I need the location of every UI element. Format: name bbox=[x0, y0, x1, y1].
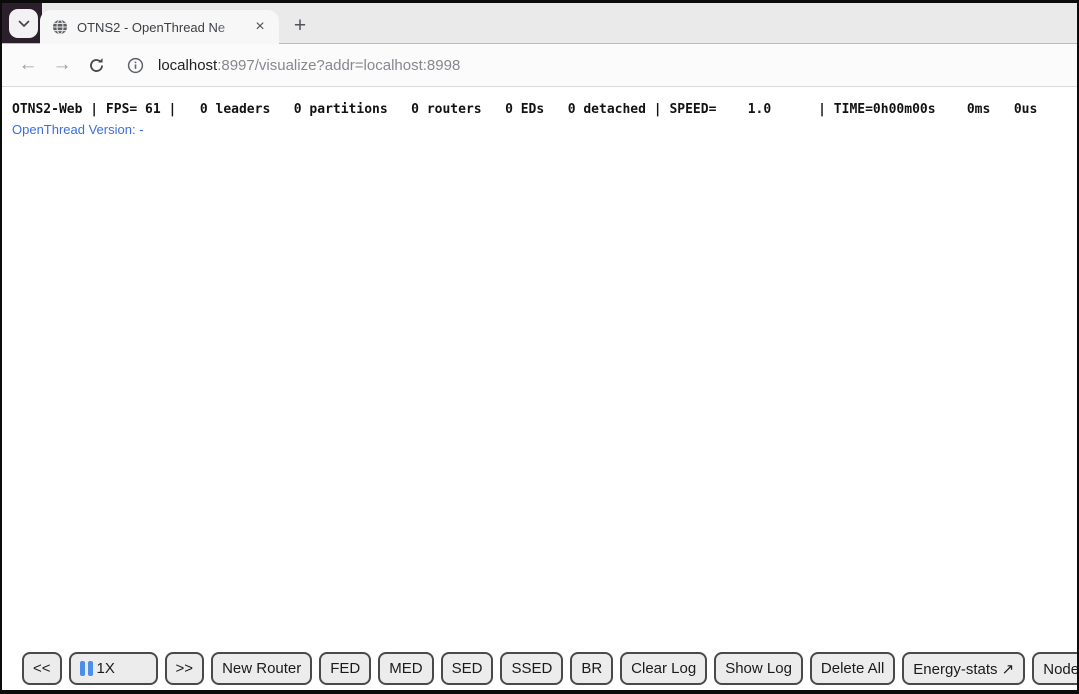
node-stats-button[interactable]: Node-stats ↗ bbox=[1032, 652, 1077, 685]
browser-tab[interactable]: OTNS2 - OpenThread Ne × bbox=[40, 10, 279, 44]
url-host: localhost bbox=[158, 57, 217, 74]
url-path: :8997/visualize?addr=localhost:8998 bbox=[217, 57, 460, 74]
otns-canvas: OTNS2-Web | FPS= 61 | 0 leaders 0 partit… bbox=[2, 87, 1077, 690]
energy-stats-button[interactable]: Energy-stats ↗ bbox=[902, 652, 1025, 685]
speed-label: 1X bbox=[97, 660, 115, 677]
ssed-button[interactable]: SSED bbox=[500, 652, 563, 685]
tab-strip: OTNS2 - OpenThread Ne × + bbox=[2, 3, 1077, 44]
back-arrow-icon: ← bbox=[19, 54, 38, 76]
tab-search-button[interactable] bbox=[9, 9, 38, 38]
clear-log-button[interactable]: Clear Log bbox=[620, 652, 707, 685]
speed-button[interactable]: 1X bbox=[69, 652, 158, 685]
pause-icon bbox=[80, 661, 93, 676]
reload-icon bbox=[88, 57, 105, 74]
delete-all-button[interactable]: Delete All bbox=[810, 652, 895, 685]
openthread-version-label: OpenThread Version: - bbox=[12, 122, 1077, 137]
info-icon bbox=[127, 57, 144, 74]
reload-button[interactable] bbox=[79, 48, 113, 82]
address-bar[interactable]: localhost:8997/visualize?addr=localhost:… bbox=[158, 57, 460, 74]
simulator-status-line: OTNS2-Web | FPS= 61 | 0 leaders 0 partit… bbox=[12, 102, 1077, 117]
br-button[interactable]: BR bbox=[570, 652, 613, 685]
fed-button[interactable]: FED bbox=[319, 652, 371, 685]
speed-down-button[interactable]: << bbox=[22, 652, 62, 685]
browser-window: OTNS2 - OpenThread Ne × + ← → bbox=[0, 0, 1079, 694]
address-toolbar: ← → bbox=[2, 44, 1077, 87]
forward-button[interactable]: → bbox=[45, 48, 79, 82]
new-router-button[interactable]: New Router bbox=[211, 652, 312, 685]
sed-button[interactable]: SED bbox=[441, 652, 494, 685]
speed-up-button[interactable]: >> bbox=[165, 652, 205, 685]
med-button[interactable]: MED bbox=[378, 652, 433, 685]
forward-arrow-icon: → bbox=[53, 54, 72, 76]
globe-favicon-icon bbox=[52, 19, 68, 35]
back-button[interactable]: ← bbox=[11, 48, 45, 82]
chevron-down-icon bbox=[18, 16, 30, 31]
tab-title: OTNS2 - OpenThread Ne bbox=[77, 20, 250, 35]
tab-close-button[interactable]: × bbox=[250, 17, 270, 37]
site-info-button[interactable] bbox=[121, 51, 149, 79]
new-tab-button[interactable]: + bbox=[286, 11, 314, 39]
simulator-action-bar: << 1X >> New Router FED MED SED SSED BR … bbox=[22, 652, 1077, 685]
show-log-button[interactable]: Show Log bbox=[714, 652, 803, 685]
